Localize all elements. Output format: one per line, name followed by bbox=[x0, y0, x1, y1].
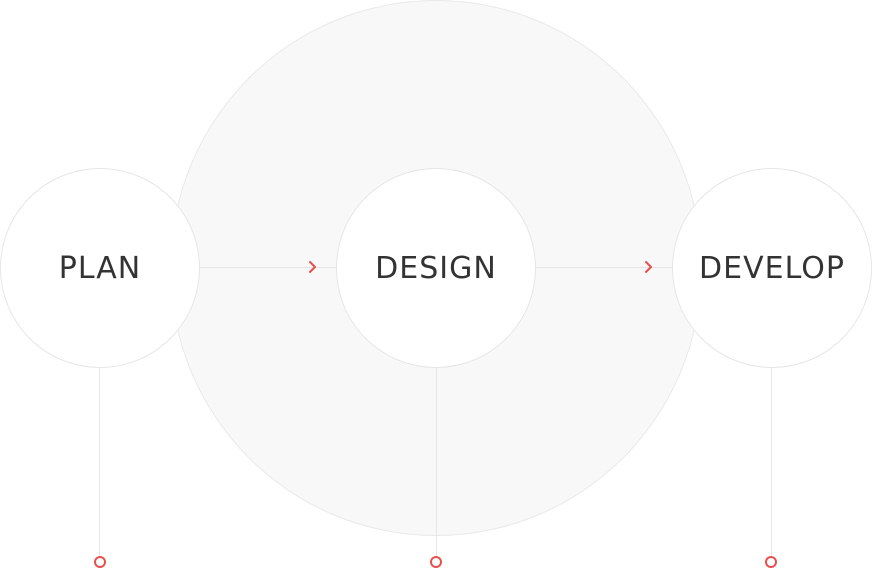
circle-outline-icon bbox=[765, 556, 777, 568]
stage-develop: DEVELOP bbox=[672, 168, 872, 368]
process-diagram: PLAN DESIGN DEVELOP bbox=[0, 0, 872, 569]
stage-label: PLAN bbox=[58, 250, 142, 286]
circle-outline-icon bbox=[94, 556, 106, 568]
stage-design: DESIGN bbox=[336, 168, 536, 368]
drop-line-design bbox=[436, 367, 437, 556]
chevron-right-icon bbox=[645, 261, 652, 273]
stage-label: DESIGN bbox=[375, 250, 497, 286]
circle-outline-icon bbox=[430, 556, 442, 568]
drop-line-plan bbox=[99, 367, 100, 556]
chevron-right-icon bbox=[309, 261, 316, 273]
drop-line-develop bbox=[771, 367, 772, 556]
stage-label: DEVELOP bbox=[699, 250, 845, 286]
stage-plan: PLAN bbox=[0, 168, 200, 368]
